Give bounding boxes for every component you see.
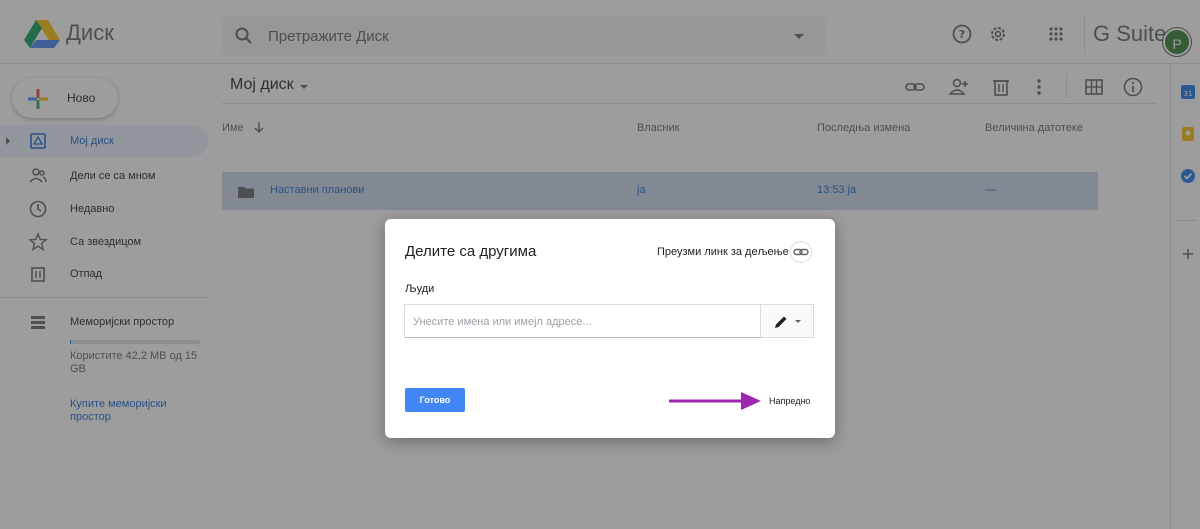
- permission-dropdown[interactable]: [761, 304, 814, 338]
- advanced-link[interactable]: Напредно: [769, 396, 810, 406]
- share-dialog: Делите са другима Преузми линк за дељење…: [385, 219, 835, 438]
- people-input[interactable]: Унесите имена или имејл адресе...: [404, 304, 761, 338]
- pencil-icon: [775, 316, 787, 328]
- people-input-placeholder: Унесите имена или имејл адресе...: [413, 316, 592, 328]
- link-icon: [793, 248, 809, 256]
- dialog-title: Делите са другима: [405, 243, 537, 260]
- done-button[interactable]: Готово: [405, 388, 465, 412]
- annotation-arrow-icon: [669, 392, 761, 410]
- people-label: Људи: [405, 283, 435, 295]
- chevron-down-icon: [795, 320, 801, 323]
- get-link-button[interactable]: [790, 241, 812, 263]
- get-link-label[interactable]: Преузми линк за дељење: [657, 246, 789, 258]
